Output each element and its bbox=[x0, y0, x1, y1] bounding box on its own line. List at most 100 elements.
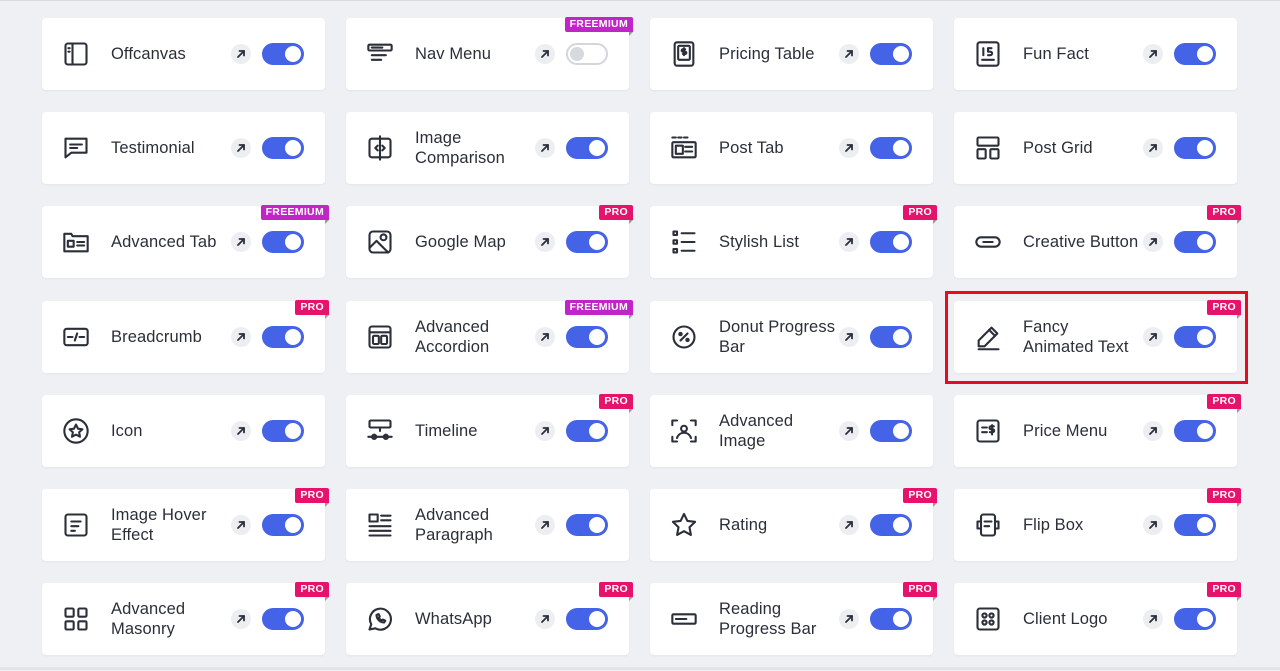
external-link-icon[interactable] bbox=[1143, 327, 1163, 347]
external-link-icon[interactable] bbox=[535, 609, 555, 629]
external-link-icon[interactable] bbox=[535, 138, 555, 158]
enable-toggle[interactable] bbox=[1174, 514, 1216, 536]
enable-toggle[interactable] bbox=[1174, 326, 1216, 348]
external-link-icon[interactable] bbox=[231, 421, 251, 441]
external-link-icon[interactable] bbox=[839, 609, 859, 629]
external-link-icon[interactable] bbox=[535, 44, 555, 64]
enable-toggle[interactable] bbox=[870, 514, 912, 536]
external-link-icon[interactable] bbox=[535, 515, 555, 535]
enable-toggle[interactable] bbox=[262, 231, 304, 253]
external-link-icon[interactable] bbox=[839, 44, 859, 64]
enable-toggle[interactable] bbox=[566, 43, 608, 65]
widget-label-line: Post Tab bbox=[719, 138, 784, 157]
google-map-icon bbox=[366, 228, 394, 256]
pro-badge: PRO bbox=[1207, 394, 1241, 413]
widget-label-line: Client Logo bbox=[1023, 609, 1108, 628]
enable-toggle[interactable] bbox=[870, 43, 912, 65]
external-link-icon[interactable] bbox=[535, 327, 555, 347]
enable-toggle[interactable] bbox=[566, 608, 608, 630]
widget-card-testimonial: Testimonial bbox=[42, 112, 325, 184]
flip-box-icon bbox=[974, 511, 1002, 539]
widget-card-timeline: Timeline PRO bbox=[346, 394, 633, 467]
widget-card-advanced-image: Advanced Image bbox=[650, 395, 933, 467]
external-link-icon[interactable] bbox=[231, 327, 251, 347]
offcanvas-icon bbox=[62, 40, 90, 68]
widget-label-line: Flip Box bbox=[1023, 515, 1084, 534]
enable-toggle[interactable] bbox=[1174, 137, 1216, 159]
external-link-icon[interactable] bbox=[1143, 138, 1163, 158]
enable-toggle[interactable] bbox=[262, 420, 304, 442]
external-link-icon[interactable] bbox=[1143, 609, 1163, 629]
enable-toggle[interactable] bbox=[262, 608, 304, 630]
enable-toggle[interactable] bbox=[262, 43, 304, 65]
widget-label-line: Timeline bbox=[415, 421, 478, 440]
price-menu-icon bbox=[974, 417, 1002, 445]
widget-label-line: Google Map bbox=[415, 232, 506, 251]
toggle-knob bbox=[1197, 517, 1213, 533]
external-link-icon[interactable] bbox=[839, 421, 859, 441]
image-hover-icon bbox=[62, 511, 90, 539]
external-link-icon[interactable] bbox=[839, 138, 859, 158]
enable-toggle[interactable] bbox=[1174, 43, 1216, 65]
external-link-icon[interactable] bbox=[1143, 232, 1163, 252]
external-link-icon[interactable] bbox=[1143, 44, 1163, 64]
toggle-knob bbox=[285, 423, 301, 439]
toggle-knob bbox=[893, 611, 909, 627]
enable-toggle[interactable] bbox=[870, 420, 912, 442]
enable-toggle[interactable] bbox=[566, 326, 608, 348]
widget-label-line: Reading bbox=[719, 599, 782, 618]
widget-card-pricing-table: Pricing Table bbox=[650, 18, 933, 90]
widget-label-line: Price Menu bbox=[1023, 421, 1108, 440]
external-link-icon[interactable] bbox=[839, 232, 859, 252]
enable-toggle[interactable] bbox=[870, 137, 912, 159]
enable-toggle[interactable] bbox=[566, 137, 608, 159]
enable-toggle[interactable] bbox=[566, 514, 608, 536]
widget-label-line: Breadcrumb bbox=[111, 327, 202, 346]
external-link-icon[interactable] bbox=[839, 327, 859, 347]
enable-toggle[interactable] bbox=[262, 137, 304, 159]
widget-card-icon: Icon bbox=[42, 395, 325, 467]
pro-badge: PRO bbox=[295, 300, 329, 319]
timeline-icon bbox=[366, 417, 394, 445]
widget-card-donut-progress-bar: Donut Progress Bar bbox=[650, 301, 933, 373]
external-link-icon[interactable] bbox=[839, 515, 859, 535]
pro-badge: PRO bbox=[599, 394, 633, 413]
external-link-icon[interactable] bbox=[231, 44, 251, 64]
widget-label-line: Donut Progress bbox=[719, 317, 836, 336]
external-link-icon[interactable] bbox=[535, 421, 555, 441]
enable-toggle[interactable] bbox=[1174, 608, 1216, 630]
external-link-icon[interactable] bbox=[231, 515, 251, 535]
widget-label-line: Fun Fact bbox=[1023, 44, 1089, 63]
enable-toggle[interactable] bbox=[566, 231, 608, 253]
enable-toggle[interactable] bbox=[566, 420, 608, 442]
pro-badge: PRO bbox=[599, 582, 633, 601]
enable-toggle[interactable] bbox=[1174, 231, 1216, 253]
freemium-badge: FREEMIUM bbox=[260, 205, 330, 224]
widget-card-stylish-list: Stylish List PRO bbox=[650, 205, 937, 278]
widget-card-post-tab: Post Tab bbox=[650, 112, 933, 184]
enable-toggle[interactable] bbox=[262, 514, 304, 536]
widget-card-offcanvas: Offcanvas bbox=[42, 18, 325, 90]
enable-toggle[interactable] bbox=[870, 231, 912, 253]
external-link-icon[interactable] bbox=[1143, 515, 1163, 535]
toggle-knob bbox=[285, 140, 301, 156]
widget-label-line: Creative Button bbox=[1023, 232, 1139, 251]
post-grid-icon bbox=[974, 134, 1002, 162]
external-link-icon[interactable] bbox=[231, 138, 251, 158]
external-link-icon[interactable] bbox=[535, 232, 555, 252]
widget-label-line: Advanced bbox=[111, 599, 186, 618]
widget-card-fun-fact: Fun Fact bbox=[954, 18, 1237, 90]
enable-toggle[interactable] bbox=[870, 608, 912, 630]
external-link-icon[interactable] bbox=[1143, 421, 1163, 441]
widget-card-client-logo: Client Logo PRO bbox=[954, 582, 1241, 655]
enable-toggle[interactable] bbox=[262, 326, 304, 348]
widget-card-fancy-animated-text: Fancy Animated Text PRO bbox=[954, 300, 1241, 373]
external-link-icon[interactable] bbox=[231, 609, 251, 629]
widget-card-price-menu: Price Menu PRO bbox=[954, 394, 1241, 467]
enable-toggle[interactable] bbox=[870, 326, 912, 348]
toggle-knob bbox=[893, 46, 909, 62]
widget-label-line: Effect bbox=[111, 526, 154, 544]
enable-toggle[interactable] bbox=[1174, 420, 1216, 442]
external-link-icon[interactable] bbox=[231, 232, 251, 252]
widget-label-line: Offcanvas bbox=[111, 44, 186, 63]
